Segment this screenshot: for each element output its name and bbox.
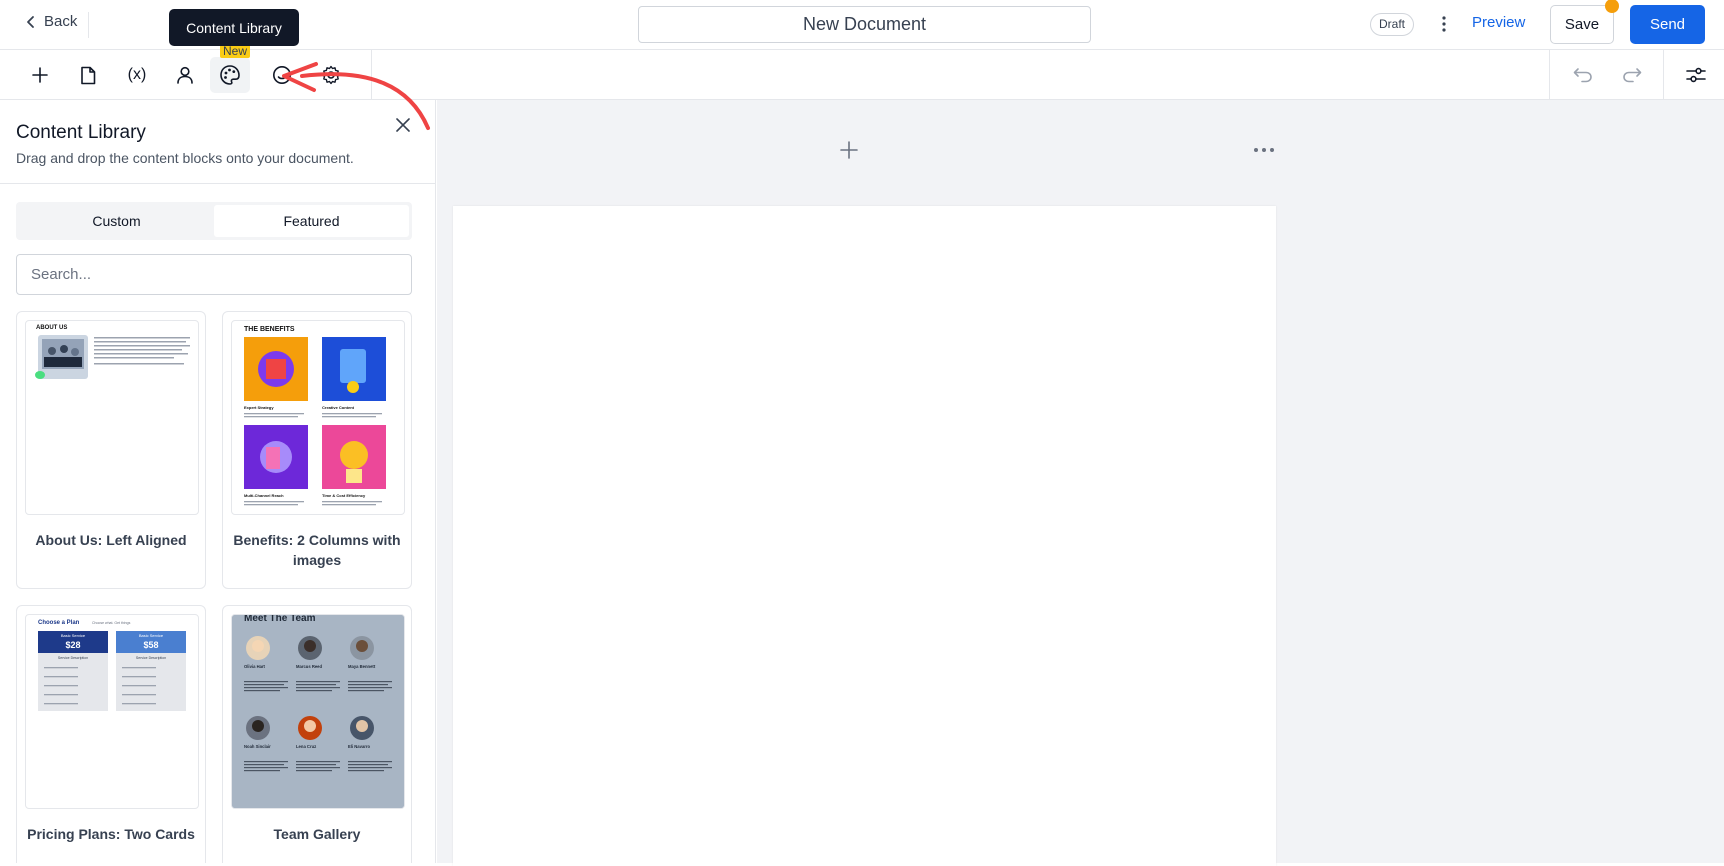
content-library-button[interactable]	[210, 57, 250, 93]
template-card-label: About Us: Left Aligned	[35, 532, 187, 548]
preview-item: Creative Content	[322, 405, 355, 410]
plan-name: Basic Service	[61, 633, 86, 638]
template-card-team-gallery[interactable]: Meet The Team Olivia Hart Marcus Reed Ma…	[222, 605, 412, 863]
team-member-name: Marcus Reed	[296, 664, 323, 669]
team-member-name: Maya Bennett	[348, 664, 376, 669]
save-button[interactable]: Save	[1550, 5, 1614, 44]
plan-name: Basic Service	[139, 633, 164, 638]
tab-custom[interactable]: Custom	[19, 205, 214, 237]
redo-icon	[1623, 68, 1642, 83]
team-member-name: Olivia Hart	[244, 664, 266, 669]
more-horizontal-icon	[1254, 148, 1274, 152]
recipients-button[interactable]	[165, 57, 205, 93]
back-label: Back	[44, 13, 78, 30]
back-button[interactable]: Back	[26, 13, 77, 30]
plan-price: $28	[65, 640, 80, 650]
document-title-input[interactable]: New Document	[638, 6, 1091, 43]
preview-item: Time & Cost Efficiency	[322, 493, 366, 498]
plus-icon	[840, 141, 858, 159]
status-badge: Draft	[1370, 13, 1415, 36]
preview-item: Multi-Channel Reach	[244, 493, 284, 498]
pages-button[interactable]	[68, 57, 108, 93]
add-section-button[interactable]	[839, 140, 859, 160]
plus-icon	[32, 67, 48, 83]
palette-icon	[220, 65, 240, 85]
send-button[interactable]: Send	[1630, 5, 1705, 44]
preview-heading: Choose a Plan	[38, 620, 80, 626]
kebab-icon	[1442, 16, 1446, 32]
divider	[88, 12, 89, 38]
variables-button[interactable]: (x)	[117, 57, 157, 93]
template-preview: Choose a Plan Choose what. Get things Ba…	[25, 614, 199, 809]
template-card-label: Team Gallery	[273, 826, 361, 842]
user-icon	[177, 66, 193, 84]
team-member-name: Eli Navarro	[348, 744, 371, 749]
panel-title: Content Library	[16, 122, 146, 143]
template-preview: ABOUT US	[25, 320, 199, 515]
toolbar-divider	[1663, 50, 1664, 100]
preview-heading: Meet The Team	[244, 615, 316, 624]
document-settings-button[interactable]	[1676, 57, 1716, 93]
template-card-label: Benefits: 2 Columns with images	[233, 532, 401, 568]
template-card-pricing[interactable]: Choose a Plan Choose what. Get things Ba…	[16, 605, 206, 863]
panel-subtitle: Drag and drop the content blocks onto yo…	[16, 150, 354, 166]
chevron-left-icon	[27, 15, 34, 28]
annotation-arrow	[282, 62, 430, 130]
tab-featured[interactable]: Featured	[214, 205, 409, 237]
preview-heading: THE BENEFITS	[244, 326, 295, 333]
notification-dot	[1605, 0, 1619, 13]
template-card-benefits[interactable]: THE BENEFITS Expert Strategy Creative Co…	[222, 311, 412, 589]
preview-subheading: Choose what. Get things	[92, 621, 131, 625]
plan-desc: Service Description	[136, 656, 166, 660]
team-member-name: Noah Sinclair	[244, 744, 271, 749]
plan-price: $58	[143, 640, 158, 650]
divider	[0, 183, 435, 184]
search-input[interactable]	[16, 254, 412, 295]
preview-link[interactable]: Preview	[1472, 14, 1525, 31]
tooltip: Content Library	[169, 9, 299, 46]
variables-icon: (x)	[127, 66, 147, 83]
new-badge: New	[220, 44, 251, 58]
preview-item: Expert Strategy	[244, 405, 274, 410]
add-block-button[interactable]	[20, 57, 60, 93]
page-options-button[interactable]	[1252, 143, 1276, 157]
document-canvas	[437, 100, 1724, 866]
editor-toolbar: (x)	[0, 50, 1724, 100]
template-preview: Meet The Team Olivia Hart Marcus Reed Ma…	[231, 614, 405, 809]
document-icon	[81, 66, 96, 84]
preview-heading: ABOUT US	[36, 325, 67, 331]
plan-desc: Service Description	[58, 656, 88, 660]
more-menu-button[interactable]	[1436, 13, 1452, 35]
redo-button[interactable]	[1612, 57, 1652, 93]
template-card-label: Pricing Plans: Two Cards	[27, 826, 195, 842]
template-card-about-us[interactable]: ABOUT US About Us: Left Aligned	[16, 311, 206, 589]
content-library-panel: Content Library Drag and drop the conten…	[0, 100, 436, 863]
document-page[interactable]	[453, 206, 1276, 866]
undo-icon	[1573, 68, 1592, 83]
library-tabs: Custom Featured	[16, 202, 412, 240]
team-member-name: Lena Cruz	[296, 744, 316, 749]
template-preview: THE BENEFITS Expert Strategy Creative Co…	[231, 320, 405, 515]
undo-button[interactable]	[1563, 57, 1603, 93]
sliders-icon	[1686, 67, 1706, 83]
toolbar-divider	[1549, 50, 1550, 100]
